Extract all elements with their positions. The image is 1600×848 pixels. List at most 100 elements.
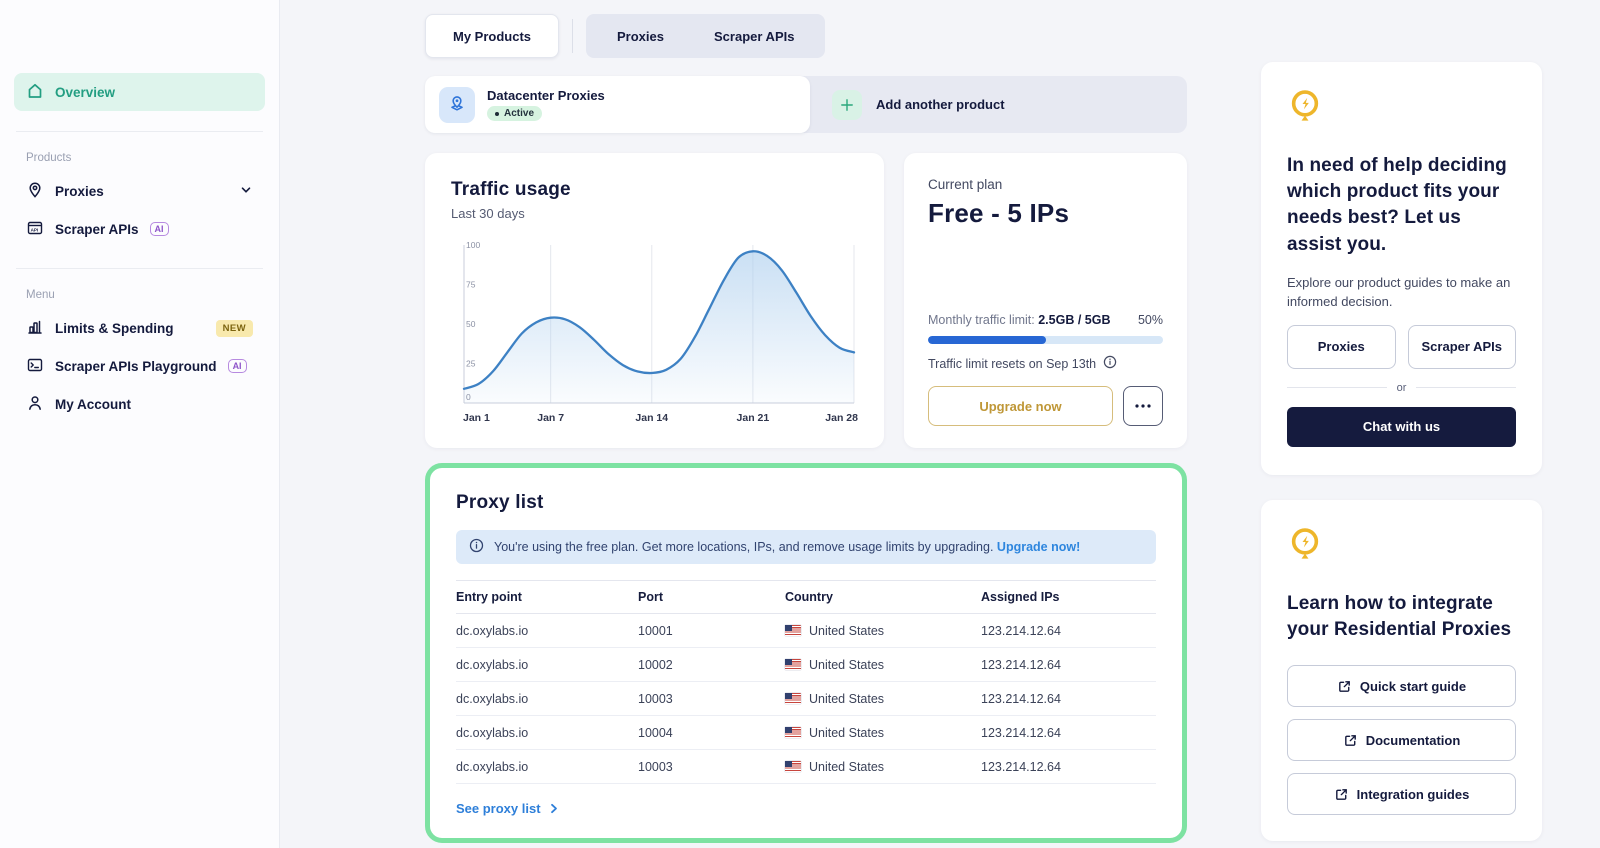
sidebar-item-label: Scraper APIs Playground xyxy=(55,359,217,374)
column-header-port: Port xyxy=(638,581,785,614)
product-tabs: My Products Proxies Scraper APIs xyxy=(425,14,1187,58)
tab-separator xyxy=(572,19,573,53)
external-link-icon xyxy=(1334,787,1349,802)
sidebar-item-label: Limits & Spending xyxy=(55,321,174,336)
product-title: Datacenter Proxies xyxy=(487,88,605,103)
proxy-table-row: dc.oxylabs.io10001United States123.214.1… xyxy=(456,614,1156,648)
entry-point-cell: dc.oxylabs.io xyxy=(456,750,638,784)
ellipsis-icon xyxy=(1135,404,1151,408)
integration-card: Learn how to integrate your Residential … xyxy=(1261,500,1542,841)
upgrade-now-link[interactable]: Upgrade now! xyxy=(997,540,1080,554)
proxy-table-row: dc.oxylabs.io10002United States123.214.1… xyxy=(456,648,1156,682)
sidebar-item-label: Overview xyxy=(55,85,115,100)
entry-point-cell: dc.oxylabs.io xyxy=(456,716,638,750)
info-icon[interactable] xyxy=(1103,355,1117,372)
assigned-ip-cell: 123.214.12.64 xyxy=(981,648,1156,682)
proxy-list-title: Proxy list xyxy=(456,492,1156,514)
add-product-button[interactable]: Add another product xyxy=(810,76,1187,133)
tab-group: Proxies Scraper APIs xyxy=(586,14,825,58)
tab-my-products[interactable]: My Products xyxy=(425,14,559,58)
more-options-button[interactable] xyxy=(1123,386,1163,426)
sidebar-item-overview[interactable]: Overview xyxy=(14,73,265,111)
add-product-label: Add another product xyxy=(876,97,1005,112)
country-cell: United States xyxy=(785,658,981,672)
integration-guides-button[interactable]: Integration guides xyxy=(1287,773,1516,815)
proxy-table-row: dc.oxylabs.io10004United States123.214.1… xyxy=(456,716,1156,750)
svg-text:75: 75 xyxy=(466,280,476,290)
port-cell: 10003 xyxy=(638,682,785,716)
sidebar-item-scraper-apis[interactable]: API Scraper APIs AI xyxy=(14,210,265,248)
svg-text:Jan 28: Jan 28 xyxy=(825,412,858,424)
svg-text:Jan 1: Jan 1 xyxy=(463,412,490,424)
scraper-apis-guide-button[interactable]: Scraper APIs xyxy=(1408,325,1517,369)
plan-name: Free - 5 IPs xyxy=(928,198,1163,229)
country-cell: United States xyxy=(785,726,981,740)
plan-label: Current plan xyxy=(928,177,1163,192)
divider xyxy=(16,268,263,269)
tab-scraper-apis[interactable]: Scraper APIs xyxy=(689,29,819,44)
free-plan-banner: You're using the free plan. Get more loc… xyxy=(456,530,1156,564)
browser-api-icon: API xyxy=(26,219,44,240)
current-plan-card: Current plan Free - 5 IPs Monthly traffi… xyxy=(904,153,1187,448)
svg-text:0: 0 xyxy=(466,392,471,402)
products-row: Datacenter Proxies Active Add another pr… xyxy=(425,76,1187,133)
column-header-country: Country xyxy=(785,581,981,614)
traffic-limit-row: Monthly traffic limit: 2.5GB / 5GB 50% xyxy=(928,313,1163,327)
country-cell: United States xyxy=(785,760,981,774)
country-cell: United States xyxy=(785,692,981,706)
traffic-usage-card: Traffic usage Last 30 days 0255075100Jan… xyxy=(425,153,884,448)
sidebar-item-scraper-playground[interactable]: Scraper APIs Playground AI xyxy=(14,347,265,385)
lightbulb-icon xyxy=(1287,555,1323,572)
column-header-assigned-ips: Assigned IPs xyxy=(981,581,1156,614)
section-label-products: Products xyxy=(14,152,265,164)
svg-text:100: 100 xyxy=(466,240,480,250)
sidebar-item-limits-spending[interactable]: Limits & Spending NEW xyxy=(14,309,265,347)
svg-text:Jan 7: Jan 7 xyxy=(537,412,564,424)
quick-start-guide-button[interactable]: Quick start guide xyxy=(1287,665,1516,707)
or-divider: or xyxy=(1287,382,1516,394)
status-badge: Active xyxy=(487,106,542,121)
assigned-ip-cell: 123.214.12.64 xyxy=(981,750,1156,784)
terminal-icon xyxy=(26,356,44,377)
sidebar-item-label: Proxies xyxy=(55,184,104,199)
product-card-datacenter-proxies[interactable]: Datacenter Proxies Active xyxy=(425,76,810,133)
column-header-entry-point: Entry point xyxy=(456,581,638,614)
us-flag-icon xyxy=(785,625,801,636)
traffic-subtitle: Last 30 days xyxy=(451,206,860,221)
proxy-table-row: dc.oxylabs.io10003United States123.214.1… xyxy=(456,682,1156,716)
assigned-ip-cell: 123.214.12.64 xyxy=(981,682,1156,716)
sidebar-item-label: Scraper APIs xyxy=(55,222,139,237)
tab-proxies[interactable]: Proxies xyxy=(592,29,689,44)
upgrade-now-button[interactable]: Upgrade now xyxy=(928,386,1113,426)
help-deciding-card: In need of help deciding which product f… xyxy=(1261,62,1542,475)
person-icon xyxy=(26,394,44,415)
section-label-menu: Menu xyxy=(14,289,265,301)
documentation-button[interactable]: Documentation xyxy=(1287,719,1516,761)
us-flag-icon xyxy=(785,761,801,772)
traffic-limit-value: 2.5GB / 5GB xyxy=(1038,313,1110,327)
us-flag-icon xyxy=(785,727,801,738)
see-proxy-list-link[interactable]: See proxy list xyxy=(456,801,559,816)
entry-point-cell: dc.oxylabs.io xyxy=(456,614,638,648)
sidebar-item-my-account[interactable]: My Account xyxy=(14,385,265,423)
chevron-down-icon[interactable] xyxy=(239,183,253,200)
sidebar-item-label: My Account xyxy=(55,397,131,412)
us-flag-icon xyxy=(785,659,801,670)
proxies-guide-button[interactable]: Proxies xyxy=(1287,325,1396,369)
port-cell: 10003 xyxy=(638,750,785,784)
integration-heading: Learn how to integrate your Residential … xyxy=(1287,591,1516,643)
svg-text:API: API xyxy=(31,227,39,232)
traffic-chart: 0255075100Jan 1Jan 7Jan 14Jan 21Jan 28 xyxy=(451,237,861,433)
entry-point-cell: dc.oxylabs.io xyxy=(456,648,638,682)
port-cell: 10002 xyxy=(638,648,785,682)
svg-text:50: 50 xyxy=(466,319,476,329)
sidebar-item-proxies[interactable]: Proxies xyxy=(14,172,265,210)
bar-chart-icon xyxy=(26,318,44,339)
status-dot-icon xyxy=(495,112,499,116)
traffic-reset-row: Traffic limit resets on Sep 13th xyxy=(928,355,1163,372)
proxy-list-card-highlighted: Proxy list You're using the free plan. G… xyxy=(425,463,1187,843)
plus-icon xyxy=(832,90,862,120)
proxy-table: Entry point Port Country Assigned IPs dc… xyxy=(456,580,1156,784)
lightbulb-icon xyxy=(1287,117,1323,134)
chat-with-us-button[interactable]: Chat with us xyxy=(1287,407,1516,447)
